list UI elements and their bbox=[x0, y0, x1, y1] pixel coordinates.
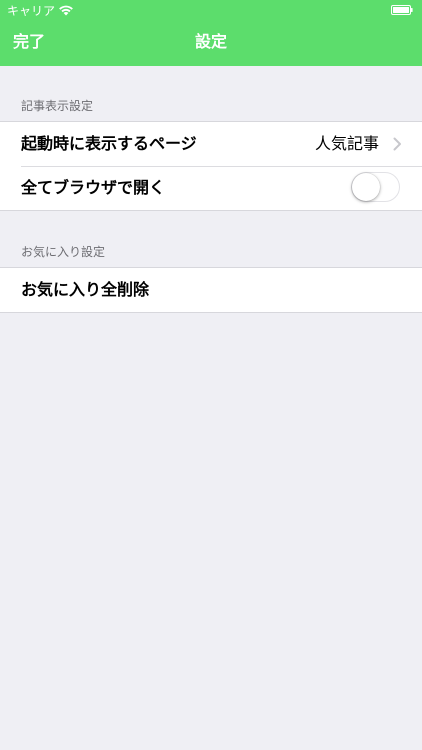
delete-all-favorites-cell[interactable]: お気に入り全削除 bbox=[0, 268, 422, 312]
favorites-group: お気に入り全削除 bbox=[0, 267, 422, 313]
carrier-name: キャリア bbox=[7, 4, 56, 18]
status-bar: キャリア bbox=[0, 0, 422, 22]
open-in-browser-cell: 全てブラウザで開く bbox=[0, 166, 422, 210]
open-in-browser-toggle[interactable] bbox=[351, 172, 400, 202]
section-header-favorites: お気に入り設定 bbox=[21, 245, 106, 259]
section-header-article-display: 記事表示設定 bbox=[21, 99, 94, 113]
delete-all-favorites-label: お気に入り全削除 bbox=[21, 280, 150, 299]
toggle-knob bbox=[352, 173, 380, 201]
startup-page-cell[interactable]: 起動時に表示するページ 人気記事 bbox=[0, 122, 422, 166]
page-title: 設定 bbox=[194, 32, 227, 51]
article-display-group: 起動時に表示するページ 人気記事 全てブラウザで開く bbox=[0, 121, 422, 211]
open-in-browser-label: 全てブラウザで開く bbox=[21, 178, 166, 197]
navigation-bar: キャリア 完了 設定 bbox=[0, 0, 422, 66]
startup-page-label: 起動時に表示するページ bbox=[21, 134, 197, 153]
battery-icon bbox=[391, 5, 413, 15]
chevron-right-icon bbox=[393, 137, 401, 151]
startup-page-value: 人気記事 bbox=[314, 134, 379, 153]
wifi-icon bbox=[59, 5, 73, 16]
